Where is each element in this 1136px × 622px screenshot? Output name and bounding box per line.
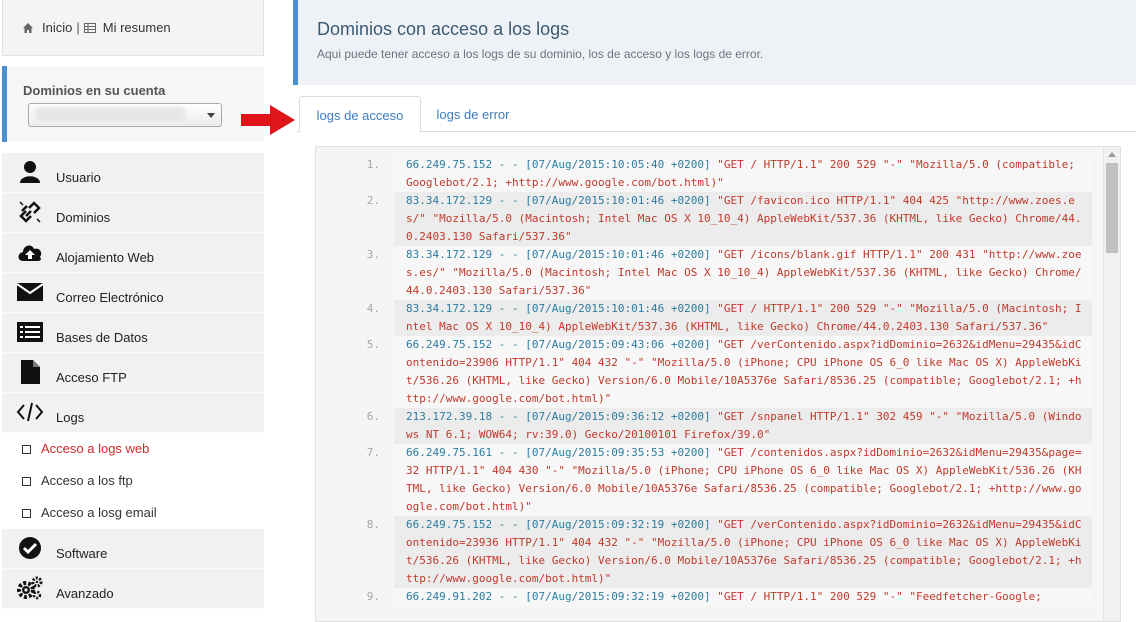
- chevron-down-icon: [207, 113, 215, 118]
- log-line-number: 5.: [366, 338, 380, 351]
- domain-select-value: [35, 107, 185, 121]
- submenu-item-ftp[interactable]: Acceso a los ftp: [2, 465, 264, 497]
- log-line-text: 213.172.39.18 - - [07/Aug/2015:09:36:12 …: [394, 408, 1092, 444]
- submenu-item-logs-web[interactable]: Acceso a logs web: [2, 433, 264, 465]
- log-line-text: 66.249.75.161 - - [07/Aug/2015:09:35:53 …: [394, 444, 1092, 516]
- home-icon[interactable]: [22, 22, 34, 34]
- log-viewer[interactable]: 1. 66.249.75.152 - - [07/Aug/2015:10:05:4…: [315, 146, 1121, 622]
- sidebar-item-correo[interactable]: Correo Electrónico: [2, 273, 264, 313]
- log-line: 2. 83.34.172.129 - - [07/Aug/2015:10:01:4…: [316, 192, 1102, 246]
- sidebar-item-label: Avanzado: [56, 586, 114, 601]
- file-icon: [16, 359, 44, 385]
- log-client-info: 66.249.75.152 - - [07/Aug/2015:09:43:06 …: [406, 338, 718, 351]
- user-icon: [16, 159, 44, 185]
- domains-label: Dominios en su cuenta: [23, 83, 166, 98]
- log-line-text: 66.249.91.202 - - [07/Aug/2015:09:32:19 …: [394, 588, 1092, 606]
- log-line: 7. 66.249.75.161 - - [07/Aug/2015:09:35:5…: [316, 444, 1102, 516]
- sidebar-item-bases-de-datos[interactable]: Bases de Datos: [2, 313, 264, 353]
- sidebar-item-usuario[interactable]: Usuario: [2, 153, 264, 193]
- sidebar-item-label: Bases de Datos: [56, 330, 148, 345]
- sidebar: Inicio | Mi resumen Dominios en su cuent…: [0, 0, 266, 622]
- domains-panel: Dominios en su cuenta: [2, 66, 264, 142]
- sidebar-item-label: Logs: [56, 410, 85, 425]
- sidebar-item-dominios[interactable]: Dominios: [2, 193, 264, 233]
- sidebar-item-label: Acceso FTP: [56, 370, 127, 385]
- breadcrumb-separator: |: [76, 20, 80, 35]
- sidebar-item-alojamiento-web[interactable]: Alojamiento Web: [2, 233, 264, 273]
- sidebar-item-software[interactable]: Software: [2, 529, 264, 569]
- submenu-item-label: Acceso a losg email: [41, 505, 157, 520]
- checkbox-icon: [22, 477, 31, 486]
- log-line-number: 6.: [366, 410, 380, 423]
- log-line-text: 66.249.75.152 - - [07/Aug/2015:09:43:06 …: [394, 336, 1092, 408]
- log-line-text: 83.34.172.129 - - [07/Aug/2015:10:01:46 …: [394, 192, 1092, 246]
- breadcrumb-home[interactable]: Inicio: [42, 20, 72, 35]
- log-lines: 1. 66.249.75.152 - - [07/Aug/2015:10:05:4…: [316, 156, 1102, 606]
- log-line: 9. 66.249.91.202 - - [07/Aug/2015:09:32:1…: [316, 588, 1102, 606]
- log-client-info: 66.249.75.152 - - [07/Aug/2015:10:05:40 …: [406, 158, 718, 171]
- log-line-text: 66.249.75.152 - - [07/Aug/2015:10:05:40 …: [394, 156, 1092, 192]
- sidebar-item-label: Usuario: [56, 170, 101, 185]
- log-client-info: 66.249.75.161 - - [07/Aug/2015:09:35:53 …: [406, 446, 718, 459]
- log-client-info: 66.249.91.202 - - [07/Aug/2015:09:32:19 …: [406, 590, 718, 603]
- tab-logs-acceso[interactable]: logs de acceso: [299, 96, 421, 133]
- sidebar-item-label: Alojamiento Web: [56, 250, 155, 265]
- page-header: Dominios con acceso a los logs Aqui pued…: [293, 0, 1136, 85]
- tab-logs-error[interactable]: logs de error: [421, 96, 525, 132]
- page-subtitle: Aqui puede tener acceso a los logs de su…: [317, 47, 764, 61]
- sidebar-item-label: Software: [56, 546, 108, 561]
- log-line-text: 66.249.75.152 - - [07/Aug/2015:09:32:19 …: [394, 516, 1092, 588]
- scroll-up-icon[interactable]: [1108, 152, 1116, 157]
- sidebar-menu: Usuario Dominios Alojamiento Web Correo …: [2, 153, 264, 609]
- log-line-number: 9.: [366, 590, 380, 603]
- page-title: Dominios con acceso a los logs: [317, 19, 570, 39]
- code-icon: [16, 399, 44, 425]
- log-tabs: logs de acceso logs de error: [297, 96, 1136, 133]
- log-line-number: 3.: [366, 248, 380, 261]
- log-line-text: 83.34.172.129 - - [07/Aug/2015:10:01:46 …: [394, 246, 1092, 300]
- scrollbar[interactable]: [1103, 147, 1120, 621]
- submenu-item-label: Acceso a logs web: [41, 441, 150, 456]
- submenu-item-email[interactable]: Acceso a losg email: [2, 497, 264, 529]
- log-line: 5. 66.249.75.152 - - [07/Aug/2015:09:43:0…: [316, 336, 1102, 408]
- log-client-info: 83.34.172.129 - - [07/Aug/2015:10:01:46 …: [406, 248, 718, 261]
- log-client-info: 83.34.172.129 - - [07/Aug/2015:10:01:46 …: [406, 302, 718, 315]
- sidebar-item-acceso-ftp[interactable]: Acceso FTP: [2, 353, 264, 393]
- breadcrumb-summary[interactable]: Mi resumen: [103, 20, 171, 35]
- log-line-text: 83.34.172.129 - - [07/Aug/2015:10:01:46 …: [394, 300, 1092, 336]
- checkbox-icon: [22, 509, 31, 518]
- log-line: 1. 66.249.75.152 - - [07/Aug/2015:10:05:4…: [316, 156, 1102, 192]
- log-line: 6. 213.172.39.18 - - [07/Aug/2015:09:36:1…: [316, 408, 1102, 444]
- log-line-number: 7.: [366, 446, 380, 459]
- list-icon: [16, 319, 44, 345]
- log-client-info: 213.172.39.18 - - [07/Aug/2015:09:36:12 …: [406, 410, 718, 423]
- sidebar-item-avanzado[interactable]: Avanzado: [2, 569, 264, 609]
- scrollbar-thumb[interactable]: [1106, 163, 1118, 253]
- submenu-item-label: Acceso a los ftp: [41, 473, 133, 488]
- sidebar-item-label: Dominios: [56, 210, 111, 225]
- log-line: 4. 83.34.172.129 - - [07/Aug/2015:10:01:4…: [316, 300, 1102, 336]
- checkbox-icon: [22, 445, 31, 454]
- log-client-info: 83.34.172.129 - - [07/Aug/2015:10:01:46 …: [406, 194, 718, 207]
- sidebar-item-logs[interactable]: Logs: [2, 393, 264, 433]
- log-request: "GET / HTTP/1.1" 200 529 "-" "Feedfetche…: [717, 590, 1042, 603]
- cloud-upload-icon: [16, 239, 44, 265]
- check-circle-icon: [16, 535, 44, 561]
- page: Inicio | Mi resumen Dominios en su cuent…: [0, 0, 1136, 622]
- domain-select[interactable]: [28, 103, 222, 127]
- broken-link-icon: [16, 199, 44, 225]
- sidebar-item-label: Correo Electrónico: [56, 290, 164, 305]
- log-line: 8. 66.249.75.152 - - [07/Aug/2015:09:32:1…: [316, 516, 1102, 588]
- red-arrow-icon: [241, 105, 295, 135]
- log-line-number: 2.: [366, 194, 380, 207]
- log-client-info: 66.249.75.152 - - [07/Aug/2015:09:32:19 …: [406, 518, 718, 531]
- envelope-icon: [16, 279, 44, 305]
- log-line-number: 8.: [366, 518, 380, 531]
- log-line: 3. 83.34.172.129 - - [07/Aug/2015:10:01:4…: [316, 246, 1102, 300]
- log-line-number: 4.: [366, 302, 380, 315]
- gears-icon: [16, 575, 44, 601]
- breadcrumb: Inicio | Mi resumen: [2, 0, 264, 56]
- table-icon: [83, 22, 96, 33]
- log-line-number: 1.: [366, 158, 380, 171]
